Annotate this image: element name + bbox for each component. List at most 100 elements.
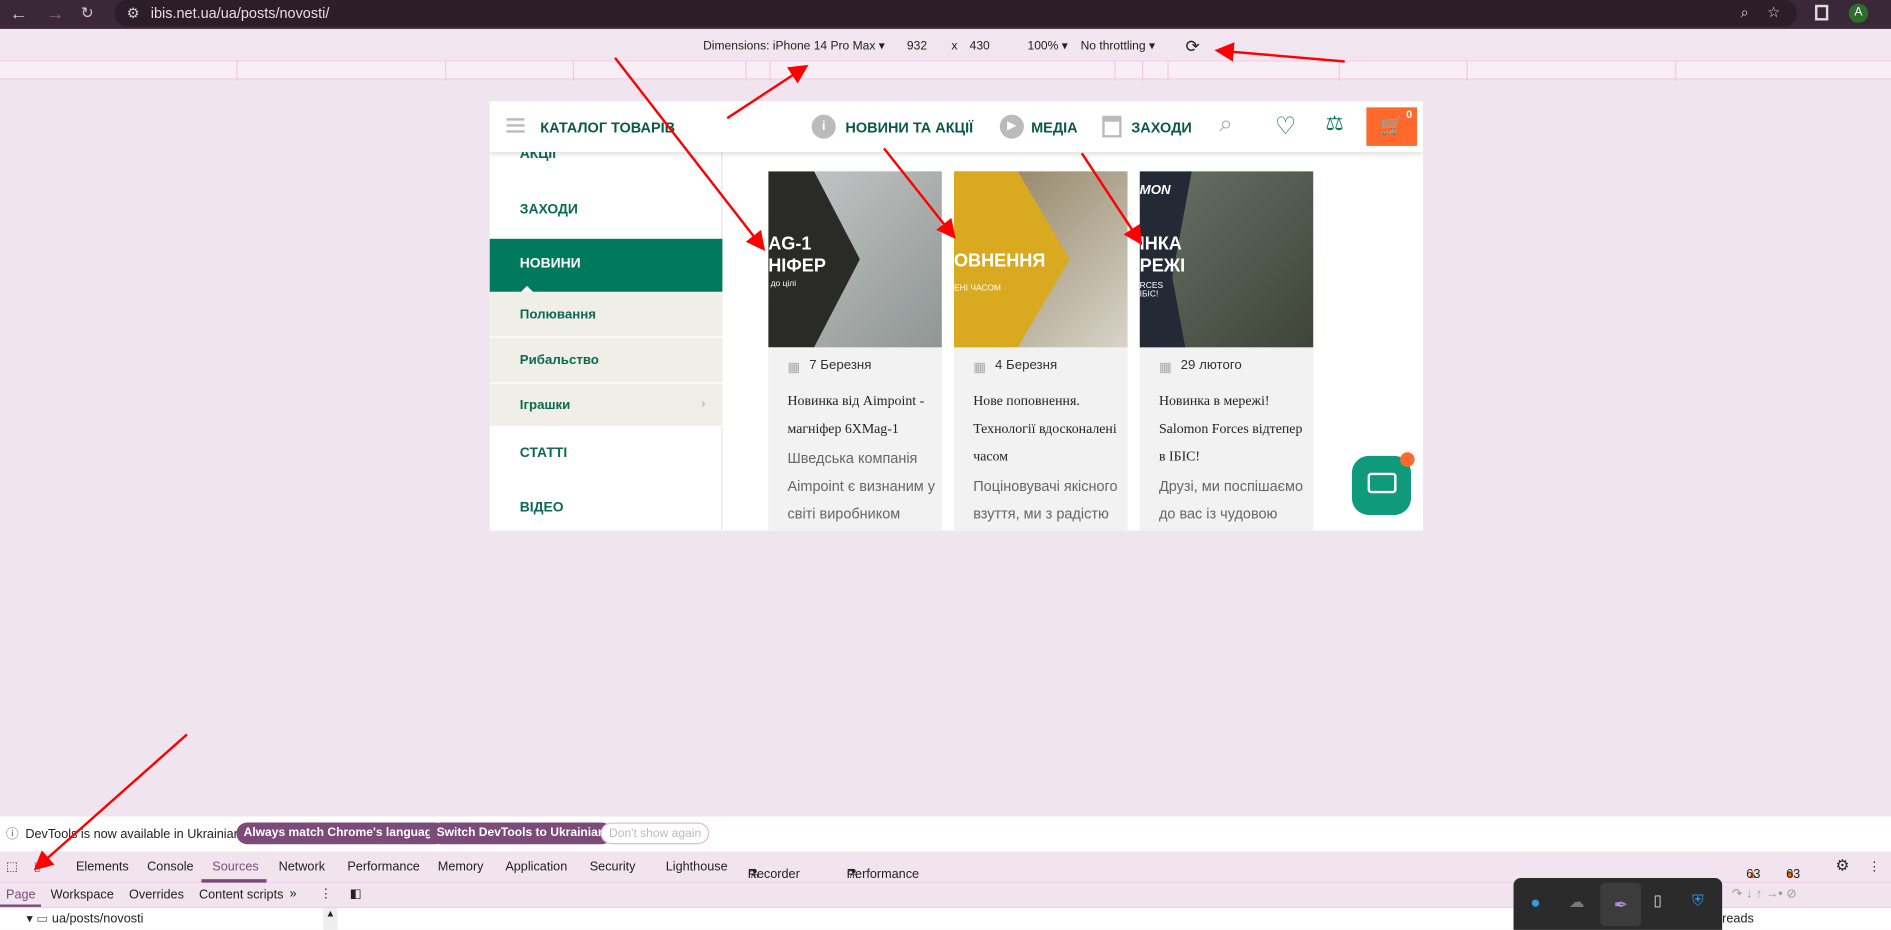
edge-icon[interactable]: ● bbox=[1530, 892, 1540, 911]
more-icon[interactable]: ⋮ bbox=[1868, 860, 1881, 874]
star-icon[interactable]: ☆ bbox=[1767, 4, 1780, 21]
news-card[interactable]: AG-1 НІФЕР до цілі ▦ 7 Березня Новинка в… bbox=[768, 171, 942, 531]
sidebar-item-video[interactable]: ВІДЕО bbox=[490, 500, 723, 514]
card-title[interactable]: Нове поповнення. Технології вдосконалені… bbox=[973, 388, 1124, 471]
device-select[interactable]: Dimensions: iPhone 14 Pro Max ▾ bbox=[703, 40, 885, 53]
card-image: AG-1 НІФЕР до цілі bbox=[768, 171, 942, 348]
tree-item[interactable]: ▾ ▭ ua/posts/novosti bbox=[27, 912, 144, 926]
card-image-brand: MON bbox=[1139, 183, 1171, 198]
tab-lighthouse[interactable]: Lighthouse bbox=[666, 860, 728, 874]
more-tabs-icon[interactable]: » bbox=[289, 886, 296, 900]
news-link[interactable]: НОВИНИ ТА АКЦІЇ bbox=[845, 119, 973, 136]
cart-button[interactable]: 🛒 0 bbox=[1366, 107, 1418, 146]
throttling-select[interactable]: No throttling ▾ bbox=[1081, 40, 1155, 53]
flask-icon: ⚗ bbox=[747, 867, 760, 882]
tab-security[interactable]: Security bbox=[590, 860, 636, 874]
card-description: Друзі, ми поспішаємо до вас із чудовою bbox=[1158, 477, 1304, 523]
tab-elements[interactable]: Elements bbox=[76, 860, 129, 874]
compare-icon[interactable]: ⚖ bbox=[1325, 112, 1343, 136]
card-description: Поціновувачі якісного взуття, ми з радіс… bbox=[973, 477, 1118, 523]
chat-icon bbox=[1367, 472, 1397, 494]
zoom-select[interactable]: 100% ▾ bbox=[1028, 40, 1068, 53]
forward-icon[interactable]: → bbox=[46, 4, 64, 25]
tab-memory[interactable]: Memory bbox=[438, 860, 484, 874]
subtab-page[interactable]: Page bbox=[6, 888, 36, 902]
sidebar-item-poluvannia[interactable]: Полювання bbox=[489, 291, 723, 338]
sidebar-item-novyny[interactable]: НОВИНИ bbox=[489, 238, 723, 292]
folder-icon: ▭ bbox=[36, 911, 49, 927]
media-link[interactable]: МЕДІА bbox=[1031, 119, 1078, 136]
rotate-icon[interactable]: ⟳ bbox=[1185, 36, 1199, 57]
toggle-navigator-icon[interactable]: ◧ bbox=[350, 886, 362, 900]
width-input[interactable]: 932 bbox=[907, 40, 927, 53]
sidebar-item-zakhody[interactable]: ЗАХОДИ bbox=[490, 203, 723, 217]
subtab-overrides[interactable]: Overrides bbox=[129, 888, 184, 902]
card-title[interactable]: Новинка в мережі! Salomon Forces відтепе… bbox=[1159, 388, 1310, 471]
zoom-icon[interactable]: ⌕ bbox=[1741, 4, 1749, 22]
device-toggle-icon[interactable]: ▯ bbox=[34, 860, 41, 874]
card-date: 7 Березня bbox=[809, 358, 872, 373]
card-image-subtext: ЕНІ ЧАСОМ bbox=[953, 284, 1001, 294]
news-card[interactable]: ОВНЕННЯ ЕНІ ЧАСОМ ▦ 4 Березня Нове попов… bbox=[953, 171, 1128, 531]
scrollbar[interactable]: ▲ bbox=[323, 908, 338, 930]
sidebar-item-rybalstvo[interactable]: Рибальство bbox=[489, 337, 723, 384]
url-text: ibis.net.ua/ua/posts/novosti/ bbox=[150, 4, 330, 22]
card-image: ОВНЕННЯ ЕНІ ЧАСОМ bbox=[953, 171, 1128, 348]
kebab-icon[interactable]: ⋮ bbox=[320, 886, 333, 900]
news-card[interactable]: MON ІНКА РЕЖІ RCES ІБІС! ▦ 29 лютого Нов… bbox=[1139, 171, 1314, 531]
card-date: 29 лютого bbox=[1180, 358, 1242, 373]
sidebar-item-statti[interactable]: СТАТТІ bbox=[490, 446, 723, 460]
cloud-icon[interactable]: ☁ bbox=[1569, 892, 1585, 911]
reload-icon[interactable]: ↻ bbox=[81, 4, 94, 23]
device-label: Dimensions: iPhone 14 Pro Max bbox=[703, 39, 876, 54]
usb-icon[interactable]: ▯ bbox=[1653, 891, 1662, 910]
match-language-button[interactable]: Always match Chrome's language bbox=[236, 822, 447, 845]
defender-icon[interactable]: ⛨ bbox=[1692, 891, 1704, 910]
sidebar-label: НОВИНИ bbox=[519, 256, 581, 272]
subtab-workspace[interactable]: Workspace bbox=[51, 888, 114, 902]
system-tray-popup: ● ☁ ✒ ▯ ⛨ bbox=[1513, 877, 1723, 930]
address-bar[interactable]: ibis.net.ua/ua/posts/novosti/ ⚙ ⌕ ☆ bbox=[114, 0, 1797, 27]
dont-show-button[interactable]: Don't show again bbox=[600, 822, 710, 845]
calendar-icon: ▦ bbox=[1158, 360, 1172, 376]
subtab-content-scripts[interactable]: Content scripts bbox=[199, 888, 283, 902]
pen-icon[interactable]: ✒ bbox=[1600, 882, 1642, 927]
times-label: x bbox=[951, 39, 958, 54]
sidebar-label: Полювання bbox=[519, 307, 596, 323]
tab-application[interactable]: Application bbox=[505, 860, 567, 874]
chat-button[interactable] bbox=[1351, 452, 1415, 515]
tab-performance[interactable]: Performance bbox=[347, 860, 419, 874]
height-input[interactable]: 430 bbox=[970, 40, 990, 53]
sidebar-item-ihrashky[interactable]: Іграшки › bbox=[489, 383, 723, 427]
notification-dot bbox=[1400, 452, 1415, 467]
card-image-text: AG-1 НІФЕР bbox=[768, 233, 826, 277]
heart-icon[interactable]: ♡ bbox=[1275, 111, 1297, 141]
menu-icon[interactable] bbox=[506, 118, 525, 121]
card-image-text: ОВНЕННЯ bbox=[953, 250, 1046, 272]
avatar[interactable]: A bbox=[1848, 3, 1869, 23]
side-panel-icon[interactable] bbox=[1815, 4, 1829, 21]
events-link[interactable]: ЗАХОДИ bbox=[1131, 119, 1192, 136]
flask-icon: ⚗ bbox=[846, 867, 858, 882]
media-query-ruler[interactable] bbox=[0, 60, 1891, 81]
inspect-icon[interactable]: ⬚ bbox=[6, 860, 18, 874]
cart-count: 0 bbox=[1406, 108, 1413, 121]
sidebar-label: Іграшки bbox=[519, 397, 571, 413]
tab-network[interactable]: Network bbox=[279, 860, 325, 874]
switch-language-button[interactable]: Switch DevTools to Ukrainian bbox=[429, 822, 613, 845]
threads-label: reads bbox=[1722, 911, 1754, 927]
debugger-controls[interactable]: ↷ ↓ ↑ →• ⊘ bbox=[1732, 886, 1797, 900]
active-caret-icon bbox=[520, 280, 534, 292]
throttling-value: No throttling bbox=[1080, 39, 1146, 54]
search-icon[interactable]: ⌕ bbox=[1219, 111, 1233, 139]
card-title[interactable]: Новинка від Aimpoint - магніфер 6XMag-1 bbox=[788, 388, 939, 443]
settings-icon[interactable]: ⚙ bbox=[1836, 856, 1850, 875]
catalog-link[interactable]: КАТАЛОГ ТОВАРІВ bbox=[540, 119, 675, 136]
sidebar-label: СТАТТІ bbox=[519, 446, 568, 461]
back-icon[interactable]: ← bbox=[10, 4, 28, 25]
site-settings-icon[interactable]: ⚙ bbox=[127, 5, 140, 22]
devtools-language-banner: ⓘ DevTools is now available in Ukrainian… bbox=[0, 816, 1891, 852]
tab-console[interactable]: Console bbox=[147, 860, 193, 874]
device-toolbar: Dimensions: iPhone 14 Pro Max ▾ 932 x 43… bbox=[0, 28, 1891, 61]
tab-sources[interactable]: Sources bbox=[212, 860, 258, 874]
